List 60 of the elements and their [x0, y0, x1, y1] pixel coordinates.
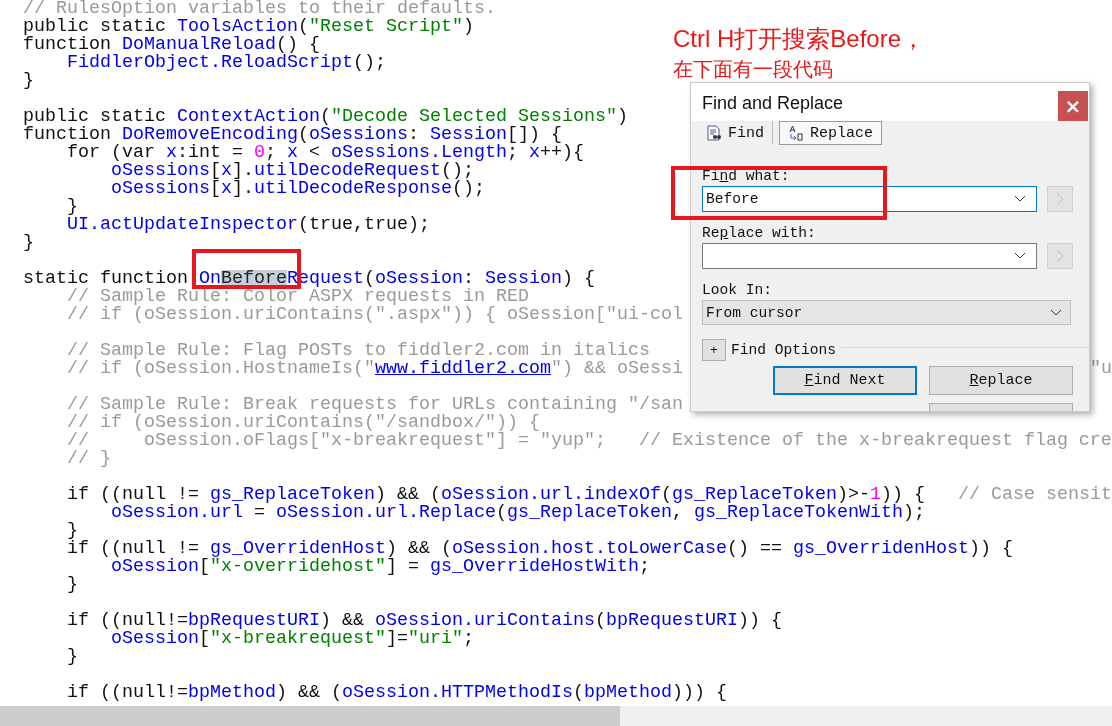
arrow-button[interactable]	[1047, 243, 1073, 269]
code-line: // Sample Rule: Flag POSTs to fiddler2.com in italics	[66, 342, 650, 360]
expand-button[interactable]: +	[702, 339, 726, 361]
code-line: public static ToolsAction("Reset Script")	[23, 18, 474, 36]
code-line: // if (oSession.uriContains(".aspx")) { oSession["ui-col	[66, 306, 683, 324]
replace-icon	[788, 125, 804, 141]
code-line: if ((null != gs_OverridenHost) && (oSession.host.toLowerCase() == gs_OverridenHost)) {	[66, 540, 1013, 558]
link[interactable]: www.fiddler2.com	[374, 360, 551, 378]
code-line: // Sample Rule: Break requests for URLs containing "/san	[66, 396, 683, 414]
field-label: Replace with:	[702, 224, 816, 243]
scrollbar-thumb[interactable]	[0, 706, 620, 726]
code-line: public static ContextAction("Decode Selected Sessions")	[23, 108, 628, 126]
code-line: FiddlerObject.ReloadScript();	[66, 54, 386, 72]
code-line: oSession["x-breakrequest"]="uri";	[111, 630, 474, 648]
replace-with-field[interactable]	[702, 243, 1037, 269]
code-line: if ((null != gs_ReplaceToken) && (oSession.url.indexOf(gs_ReplaceToken)>-1)) { // Case sensit	[66, 486, 1112, 504]
code-line: for (var x:int = 0; x < oSessions.Length; x++){	[66, 144, 584, 162]
code-line: }	[66, 198, 78, 216]
chevron-icon	[1056, 249, 1064, 263]
code-line: }	[66, 576, 78, 594]
code-line: oSession.url = oSession.url.Replace(gs_ReplaceToken, gs_ReplaceTokenWith);	[111, 504, 925, 522]
tab[interactable]: Find	[697, 121, 773, 145]
code-line: }	[23, 234, 34, 252]
code-line: if ((null!=bpMethod) && (oSession.HTTPMethodIs(bpMethod))) {	[66, 684, 727, 702]
code-fragment: "u	[1090, 360, 1112, 378]
document-icon	[706, 125, 722, 141]
code-line: oSessions[x].utilDecodeRequest();	[110, 162, 474, 180]
group-label: Find Options	[731, 342, 837, 358]
code-text: // if (oSession.HostnameIs("	[66, 360, 375, 378]
look-in-dropdown[interactable]: From cursor	[702, 300, 1071, 325]
code-line: function DoRemoveEncoding(oSessions: Session[]) {	[23, 126, 562, 144]
code-line: // RulesOption variables to their defaults.	[23, 0, 496, 18]
code-line: oSessions[x].utilDecodeResponse();	[110, 180, 485, 198]
code-line: // if (oSession.uriContains("/sandbox/")) {	[66, 414, 540, 432]
dialog-button[interactable]: Find Next	[773, 366, 917, 395]
code-line: }	[66, 522, 78, 540]
annotation-text: 在下面有一段代码	[673, 56, 833, 82]
code-line: }	[23, 72, 34, 90]
chevron-icon	[1056, 192, 1064, 206]
code-line: if ((null!=bpRequestURI) && oSession.uriContains(bpRequestURI)) {	[66, 612, 782, 630]
field-label: Look In:	[702, 281, 773, 300]
dialog-title: Find and Replace	[702, 93, 844, 114]
code-text: ") && oSessi	[550, 360, 683, 378]
arrow-button[interactable]	[1047, 186, 1073, 212]
find-what-field[interactable]: Before	[702, 186, 1037, 212]
code-line: // }	[66, 450, 111, 468]
dropdown-icon	[1014, 252, 1026, 260]
code-line: // oSession.oFlags["x-breakrequest"] = "yup"; // Existence of the x-breakrequest flag cre	[66, 432, 1112, 450]
code-line: // Sample Rule: Color ASPX requests in RED	[66, 288, 529, 306]
tab[interactable]: Replace	[779, 121, 883, 145]
dropdown-icon	[1014, 195, 1026, 203]
dropdown-icon	[1050, 308, 1062, 317]
close-button[interactable]: ×	[1058, 91, 1088, 121]
annotation-text: Ctrl H打开搜索Before，	[673, 24, 926, 54]
code-line: UI.actUpdateInspector(true,true);	[66, 216, 430, 234]
code-line: oSession["x-overridehost"] = gs_OverrideHostWith;	[111, 558, 650, 576]
code-line: function DoManualReload() {	[23, 36, 320, 54]
code-line: }	[66, 648, 78, 666]
dialog-button[interactable]: Replace	[929, 366, 1073, 395]
horizontal-scrollbar[interactable]	[0, 706, 1112, 726]
